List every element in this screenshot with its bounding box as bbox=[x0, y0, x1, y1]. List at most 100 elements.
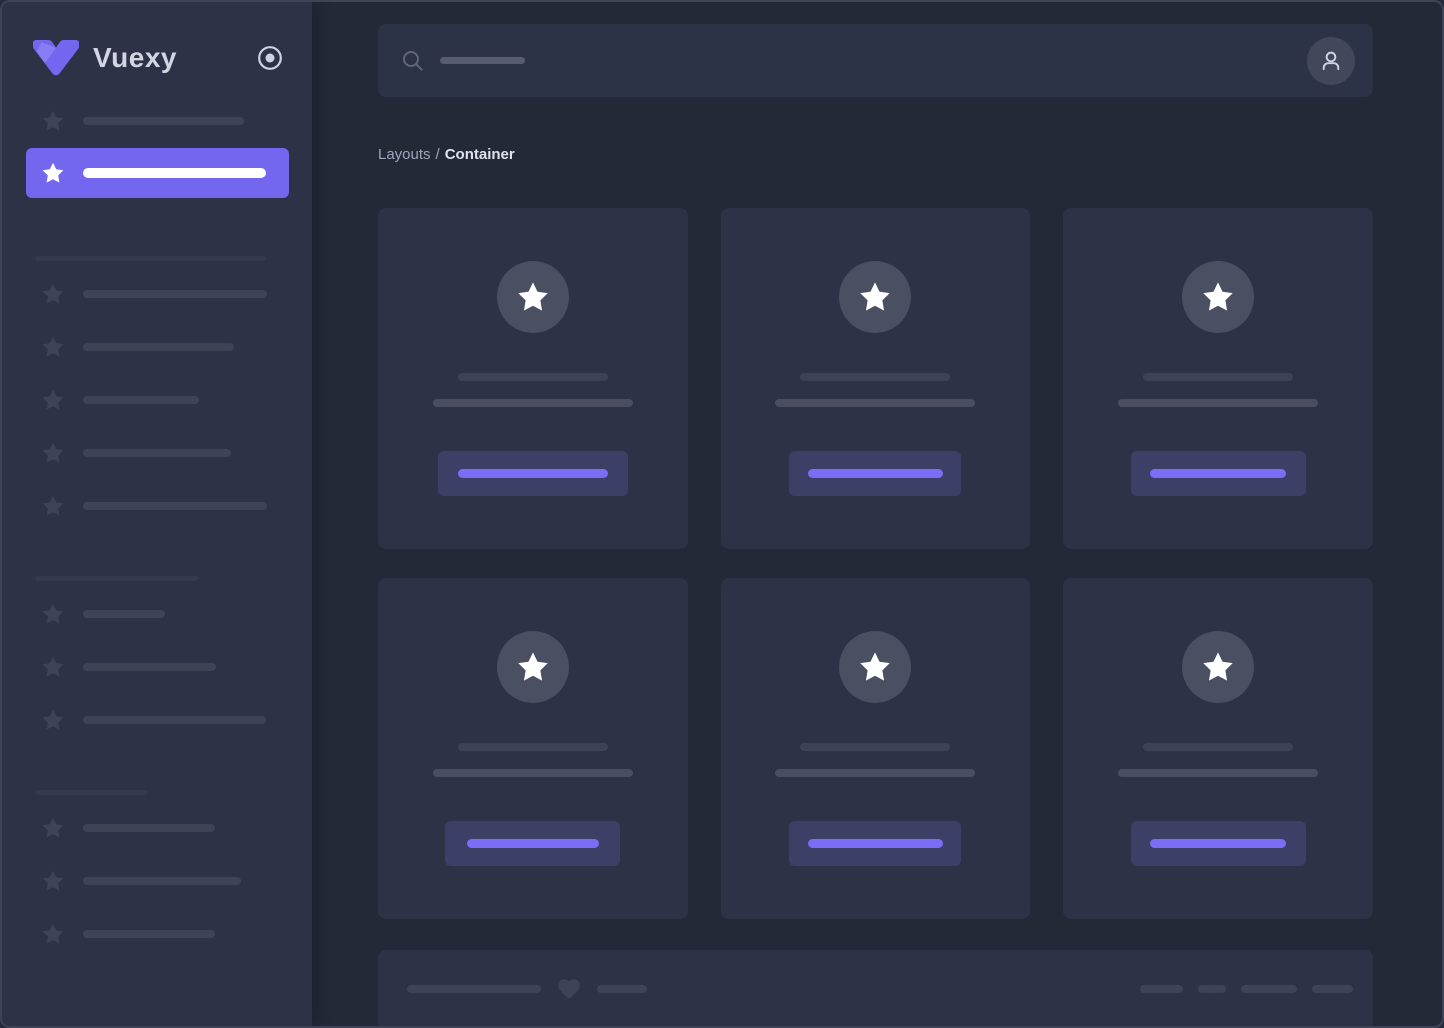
sidebar-menu bbox=[2, 109, 312, 946]
breadcrumb: Layouts / Container bbox=[378, 146, 1373, 163]
star-icon bbox=[41, 109, 65, 133]
placeholder-bar bbox=[83, 502, 267, 510]
placeholder-bar bbox=[83, 290, 267, 298]
user-avatar[interactable] bbox=[1307, 36, 1355, 85]
card bbox=[378, 208, 688, 549]
breadcrumb-current: Container bbox=[444, 146, 515, 163]
breadcrumb-separator: / bbox=[435, 146, 440, 163]
search-placeholder-bar bbox=[440, 57, 525, 64]
sidebar-item[interactable] bbox=[2, 869, 312, 893]
card-button[interactable] bbox=[1130, 451, 1306, 496]
placeholder-bar bbox=[83, 168, 266, 178]
star-icon bbox=[41, 441, 65, 465]
button-label-bar bbox=[1150, 839, 1287, 848]
star-icon bbox=[41, 869, 65, 893]
placeholder-bar bbox=[83, 117, 244, 125]
placeholder-bar bbox=[432, 399, 633, 407]
placeholder-bar bbox=[83, 716, 266, 724]
footer-left bbox=[407, 975, 647, 1003]
star-icon bbox=[41, 602, 65, 626]
card-button[interactable] bbox=[437, 451, 628, 496]
sidebar-item[interactable] bbox=[26, 148, 289, 198]
star-icon bbox=[860, 652, 891, 681]
star-icon bbox=[518, 652, 548, 681]
star-icon bbox=[41, 922, 65, 946]
placeholder-bar bbox=[457, 373, 608, 381]
star-icon bbox=[41, 161, 65, 185]
sidebar-item[interactable] bbox=[2, 922, 312, 946]
button-label-bar bbox=[807, 469, 943, 478]
footer-link-bar[interactable] bbox=[1198, 985, 1226, 993]
card-button[interactable] bbox=[789, 821, 962, 866]
footer-link-bar[interactable] bbox=[1241, 985, 1297, 993]
star-badge bbox=[1182, 261, 1255, 333]
card-button[interactable] bbox=[789, 451, 962, 496]
sidebar-item[interactable] bbox=[2, 576, 312, 581]
placeholder-bar bbox=[800, 743, 951, 751]
sidebar-item[interactable] bbox=[2, 109, 312, 133]
placeholder-bar bbox=[1143, 743, 1294, 751]
star-icon bbox=[41, 282, 65, 306]
button-label-bar bbox=[1150, 469, 1287, 478]
star-icon bbox=[41, 708, 65, 732]
search-bar[interactable] bbox=[378, 24, 1373, 97]
footer-link-bar[interactable] bbox=[1312, 985, 1353, 993]
placeholder-bar bbox=[35, 576, 198, 581]
placeholder-bar bbox=[83, 449, 231, 457]
button-label-bar bbox=[807, 839, 943, 848]
search-icon bbox=[402, 50, 424, 72]
placeholder-bar bbox=[432, 769, 633, 777]
card-button[interactable] bbox=[445, 821, 621, 866]
star-badge bbox=[839, 261, 912, 333]
placeholder-bar bbox=[1118, 769, 1319, 777]
sidebar: Vuexy bbox=[2, 2, 312, 1026]
card-grid bbox=[378, 208, 1373, 919]
sidebar-item[interactable] bbox=[2, 441, 312, 465]
button-label-bar bbox=[457, 469, 608, 478]
star-icon bbox=[41, 388, 65, 412]
main-content: Layouts / Container bbox=[312, 2, 1442, 1026]
placeholder-bar bbox=[407, 985, 541, 993]
star-icon bbox=[860, 282, 891, 311]
footer-link-bar[interactable] bbox=[1140, 985, 1183, 993]
placeholder-bar bbox=[83, 343, 234, 351]
star-badge bbox=[496, 261, 569, 333]
button-label-bar bbox=[466, 839, 599, 848]
vuexy-v-icon bbox=[32, 39, 80, 77]
footer-links bbox=[1140, 975, 1353, 1003]
star-icon bbox=[41, 655, 65, 679]
heart-icon[interactable] bbox=[556, 976, 582, 1002]
sidebar-item[interactable] bbox=[2, 256, 312, 261]
card bbox=[720, 578, 1031, 919]
placeholder-bar bbox=[1143, 373, 1294, 381]
sidebar-item[interactable] bbox=[2, 282, 312, 306]
placeholder-bar bbox=[83, 824, 215, 832]
sidebar-item[interactable] bbox=[2, 388, 312, 412]
placeholder-bar bbox=[35, 790, 148, 795]
placeholder-bar bbox=[83, 396, 199, 404]
star-badge bbox=[839, 631, 912, 703]
logo[interactable]: Vuexy bbox=[2, 36, 312, 80]
star-icon bbox=[1203, 652, 1233, 681]
sidebar-item[interactable] bbox=[2, 790, 312, 795]
sidebar-item[interactable] bbox=[2, 494, 312, 518]
placeholder-bar bbox=[83, 877, 241, 885]
card-button[interactable] bbox=[1130, 821, 1306, 866]
sidebar-item[interactable] bbox=[2, 708, 312, 732]
placeholder-bar bbox=[597, 985, 647, 993]
app-window: Vuexy Layouts / Container bbox=[0, 0, 1444, 1028]
sidebar-item[interactable] bbox=[2, 655, 312, 679]
placeholder-bar bbox=[1118, 399, 1319, 407]
sidebar-item[interactable] bbox=[2, 335, 312, 359]
placeholder-bar bbox=[457, 743, 608, 751]
breadcrumb-section[interactable]: Layouts bbox=[378, 146, 431, 163]
sidebar-item[interactable] bbox=[2, 816, 312, 840]
sidebar-item[interactable] bbox=[2, 602, 312, 626]
star-icon bbox=[41, 494, 65, 518]
footer-card bbox=[378, 950, 1373, 1026]
star-icon bbox=[41, 816, 65, 840]
placeholder-bar bbox=[83, 610, 165, 618]
star-icon bbox=[518, 282, 548, 311]
logo-text: Vuexy bbox=[93, 42, 177, 73]
radio-dot-icon[interactable] bbox=[256, 44, 284, 72]
